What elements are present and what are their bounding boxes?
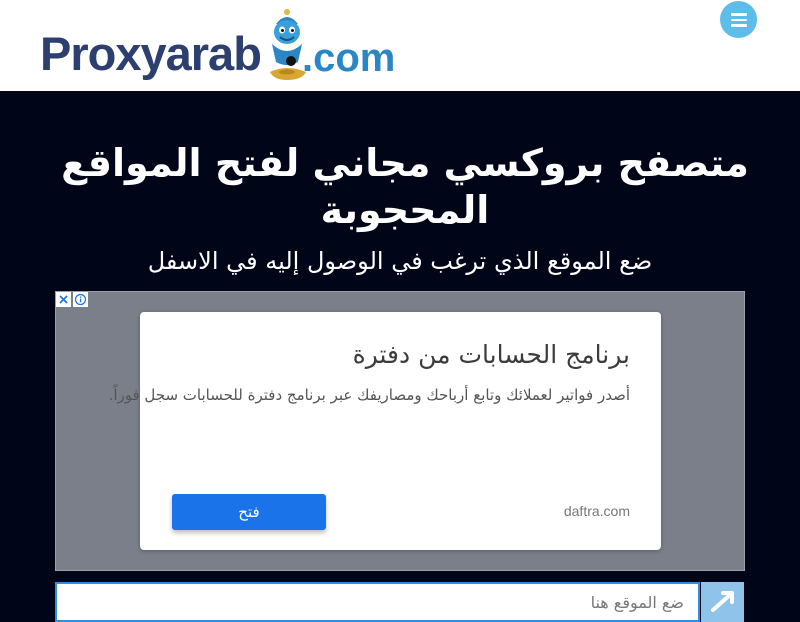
hamburger-icon	[731, 13, 747, 16]
page-title: متصفح بروكسي مجاني لفتح المواقع المحجوبة	[61, 141, 749, 232]
go-button[interactable]	[701, 582, 744, 622]
menu-button[interactable]	[720, 1, 757, 38]
ad-card[interactable]: برنامج الحسابات من دفترة أصدر فواتير لعم…	[109, 312, 661, 550]
page-subtitle: ضع الموقع الذي ترغب في الوصول إليه في ال…	[147, 247, 653, 275]
ad-banner: برنامج الحسابات من دفترة أصدر فواتير لعم…	[55, 291, 745, 571]
ad-description: أصدر فواتير لعملائك وتابع أرباحك ومصاريف…	[108, 386, 630, 404]
site-logo[interactable]: Proxyarab .com	[40, 6, 395, 84]
info-icon[interactable]	[73, 292, 88, 307]
ad-domain: daftra.com	[563, 503, 630, 519]
hamburger-icon	[731, 24, 747, 27]
url-input[interactable]	[55, 582, 700, 622]
logo-suffix: .com	[302, 36, 396, 80]
arrow-icon	[711, 591, 734, 612]
hamburger-icon	[731, 18, 747, 21]
close-icon[interactable]	[56, 292, 71, 307]
logo-text: Proxyarab	[40, 27, 262, 80]
ad-open-button[interactable]: فتح	[172, 494, 326, 530]
ad-title[interactable]: برنامج الحسابات من دفترة	[353, 340, 630, 369]
site-header: Proxyarab .com	[0, 0, 800, 91]
logo-dot	[286, 56, 296, 66]
